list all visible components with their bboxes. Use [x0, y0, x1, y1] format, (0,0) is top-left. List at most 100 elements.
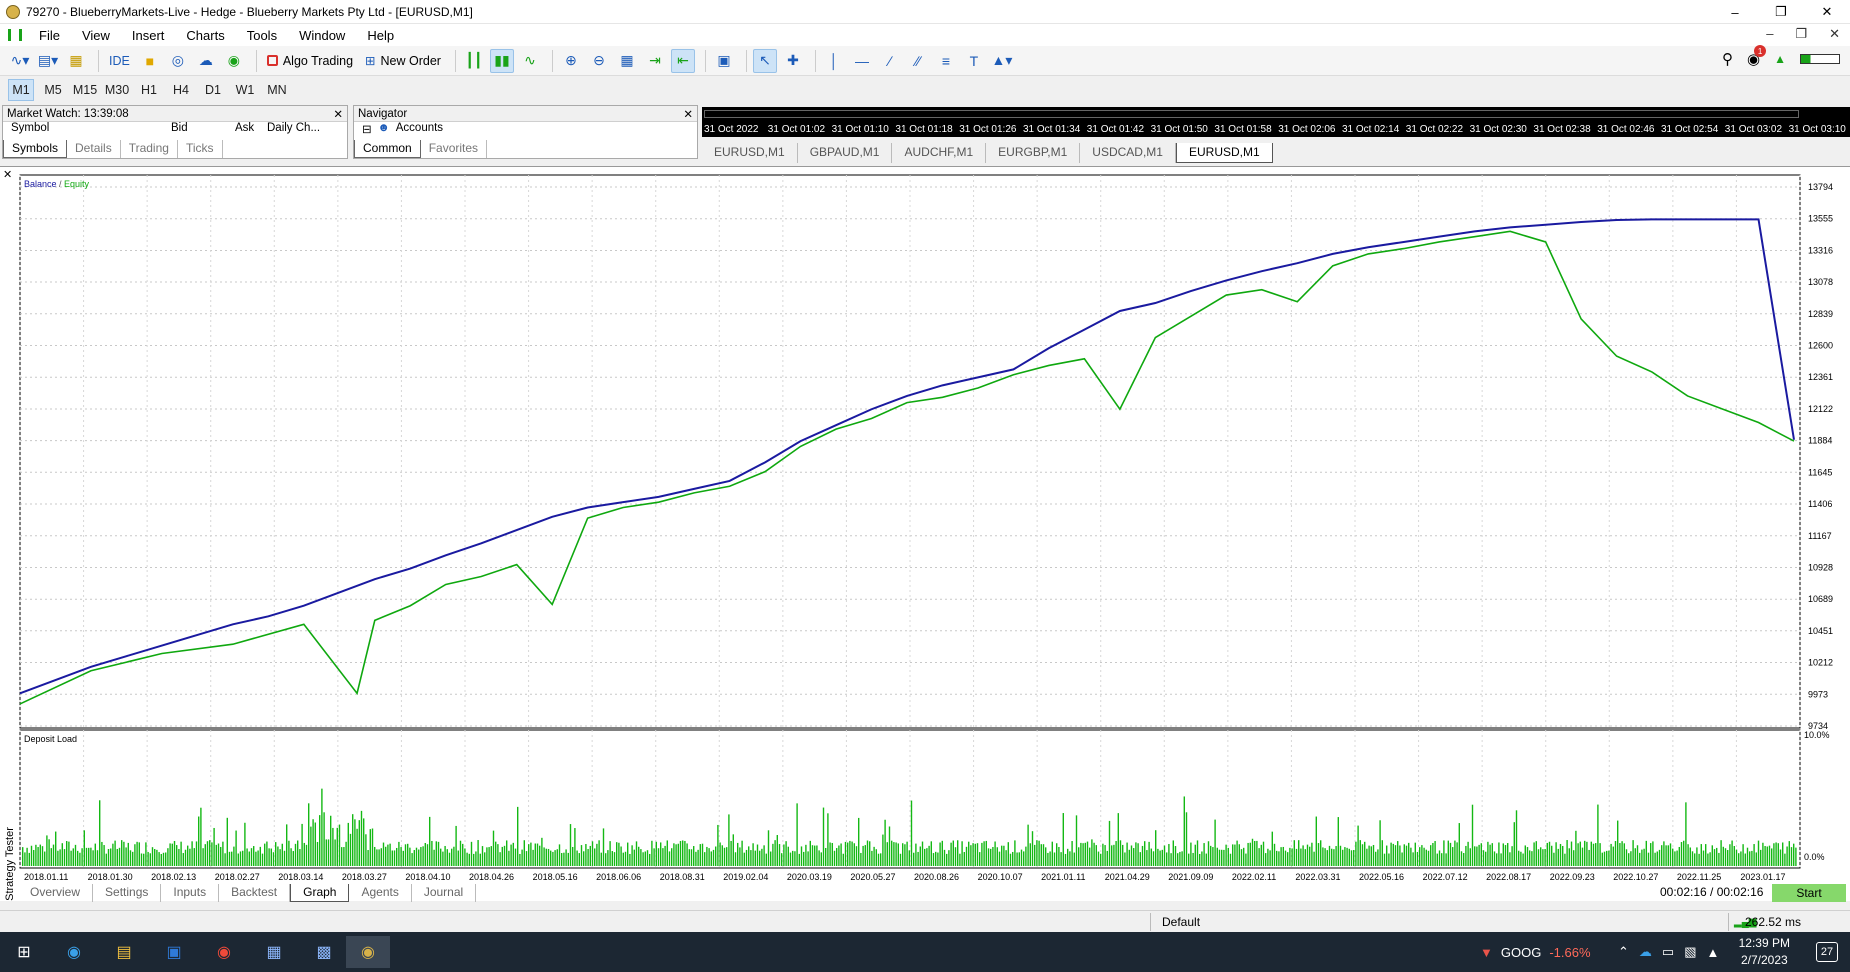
- tab-inputs[interactable]: Inputs: [161, 884, 220, 902]
- zoom-in-icon[interactable]: ⊕: [559, 49, 583, 73]
- maximize-button[interactable]: ❐: [1758, 0, 1804, 24]
- metatrader-taskbar-icon[interactable]: ◉: [346, 936, 390, 968]
- tab-journal[interactable]: Journal: [412, 884, 477, 902]
- trading-icon[interactable]: ▦: [64, 49, 88, 73]
- period-m15[interactable]: M15: [72, 79, 98, 101]
- col-bid[interactable]: Bid: [171, 122, 235, 136]
- mdi-minimize-button[interactable]: –: [1766, 26, 1773, 42]
- col-symbol[interactable]: Symbol: [11, 122, 171, 136]
- notification-badge[interactable]: 27: [1816, 942, 1838, 962]
- new-chart-icon[interactable]: ∿▾: [8, 49, 32, 73]
- cloud-icon[interactable]: ☁: [194, 49, 218, 73]
- tab-symbols[interactable]: Symbols: [3, 140, 68, 158]
- tab-overview[interactable]: Overview: [18, 884, 94, 902]
- candles-icon[interactable]: ▮▮: [489, 48, 514, 73]
- deposit-load-bar: [1735, 849, 1738, 866]
- menu-insert[interactable]: Insert: [121, 28, 176, 43]
- algo-trading-button[interactable]: Algo Trading: [263, 49, 357, 73]
- vps-icon[interactable]: ◉: [222, 49, 246, 73]
- text-icon[interactable]: T: [962, 49, 986, 73]
- windows-start-icon[interactable]: ⊞: [4, 936, 44, 968]
- minimize-button[interactable]: –: [1712, 0, 1758, 24]
- fibo-icon[interactable]: ≡: [934, 49, 958, 73]
- navigator-close-icon[interactable]: ✕: [683, 107, 693, 121]
- menu-help[interactable]: Help: [356, 28, 405, 43]
- chart-tab-eurusd-active[interactable]: EURUSD,M1: [1175, 143, 1273, 163]
- chart-tab-usdcad[interactable]: USDCAD,M1: [1080, 143, 1176, 163]
- network-icon[interactable]: ▧: [1684, 944, 1696, 960]
- crosshair-icon[interactable]: ✚: [781, 49, 805, 73]
- ticker-symbol[interactable]: GOOG: [1501, 945, 1541, 960]
- market-watch-close-icon[interactable]: ✕: [333, 107, 343, 121]
- outlook-icon[interactable]: ▣: [154, 936, 194, 968]
- tab-favorites[interactable]: Favorites: [421, 140, 488, 158]
- bar-chart-icon[interactable]: ┃┃: [462, 49, 486, 73]
- period-w1[interactable]: W1: [232, 79, 258, 101]
- menu-charts[interactable]: Charts: [175, 28, 235, 43]
- period-m1[interactable]: M1: [8, 79, 34, 101]
- close-tester-icon[interactable]: ✕: [3, 168, 12, 181]
- new-order-button[interactable]: ⊞ New Order: [361, 49, 445, 73]
- menu-file[interactable]: File: [28, 28, 71, 43]
- line-chart-icon[interactable]: ∿: [518, 49, 542, 73]
- chart-tab-eurgbp[interactable]: EURGBP,M1: [986, 143, 1081, 163]
- taskbar-clock[interactable]: 12:39 PM 2/7/2023: [1739, 935, 1790, 969]
- market-icon[interactable]: ■: [138, 49, 162, 73]
- chart-tab-gbpaud[interactable]: GBPAUD,M1: [798, 143, 893, 163]
- period-h4[interactable]: H4: [168, 79, 194, 101]
- tab-trading[interactable]: Trading: [121, 140, 178, 158]
- volume-icon[interactable]: ▲: [1707, 945, 1720, 960]
- start-button[interactable]: Start: [1772, 884, 1846, 902]
- menu-window[interactable]: Window: [288, 28, 356, 43]
- accounts-node[interactable]: Accounts: [396, 122, 443, 136]
- period-d1[interactable]: D1: [200, 79, 226, 101]
- col-daily-change[interactable]: Daily Ch...: [267, 122, 327, 136]
- close-window-button[interactable]: ✕: [1804, 0, 1850, 24]
- channel-icon[interactable]: ∕∕: [906, 49, 930, 73]
- vertical-line-icon[interactable]: │: [822, 49, 846, 73]
- chrome-icon[interactable]: ◉: [204, 936, 244, 968]
- chart-tab-audchf[interactable]: AUDCHF,M1: [892, 143, 987, 163]
- col-ask[interactable]: Ask: [235, 122, 267, 136]
- onedrive-icon[interactable]: ☁: [1639, 944, 1652, 960]
- expand-icon[interactable]: ⊟: [362, 122, 372, 136]
- zoom-out-icon[interactable]: ⊖: [587, 49, 611, 73]
- tab-ticks[interactable]: Ticks: [178, 140, 223, 158]
- screenshot-icon[interactable]: ▣: [712, 49, 736, 73]
- profiles-icon[interactable]: ▤▾: [36, 49, 60, 73]
- signals-icon[interactable]: ◎: [166, 49, 190, 73]
- tab-details[interactable]: Details: [67, 140, 121, 158]
- tab-agents[interactable]: Agents: [349, 884, 412, 902]
- tab-common[interactable]: Common: [354, 140, 421, 158]
- period-m30[interactable]: M30: [104, 79, 130, 101]
- period-h1[interactable]: H1: [136, 79, 162, 101]
- deposit-load-bar: [708, 848, 710, 866]
- chart-tab-eurusd[interactable]: EURUSD,M1: [702, 143, 798, 163]
- chart-shift-icon[interactable]: ⇤: [670, 48, 695, 73]
- autoscroll-icon[interactable]: ⇥: [643, 49, 667, 73]
- messages-icon[interactable]: ◉ 1: [1747, 45, 1767, 68]
- cursor-icon[interactable]: ↖: [752, 48, 777, 73]
- shapes-icon[interactable]: ▲▾: [990, 49, 1014, 73]
- horizontal-line-icon[interactable]: —: [850, 49, 874, 73]
- mdi-close-button[interactable]: ✕: [1829, 26, 1840, 42]
- mdi-restore-button[interactable]: ❐: [1795, 26, 1807, 42]
- menu-view[interactable]: View: [71, 28, 121, 43]
- tab-settings[interactable]: Settings: [93, 884, 162, 902]
- monitor-app-icon[interactable]: ▩: [304, 936, 344, 968]
- search-icon[interactable]: ⚲: [1722, 50, 1733, 68]
- navigator-title: Navigator: [358, 107, 408, 120]
- tab-backtest[interactable]: Backtest: [219, 884, 291, 902]
- period-m5[interactable]: M5: [40, 79, 66, 101]
- file-explorer-icon[interactable]: ▤: [104, 936, 144, 968]
- grid-icon[interactable]: ▦: [615, 49, 639, 73]
- period-mn[interactable]: MN: [264, 79, 290, 101]
- tray-chevron-icon[interactable]: ⌃: [1618, 944, 1629, 960]
- ide-button[interactable]: IDE: [105, 49, 134, 73]
- network-app-icon[interactable]: ▦: [254, 936, 294, 968]
- tab-graph[interactable]: Graph: [290, 884, 350, 902]
- strip-scroll-bar[interactable]: [704, 110, 1799, 118]
- menu-tools[interactable]: Tools: [236, 28, 288, 43]
- edge-icon[interactable]: ◉: [54, 936, 94, 968]
- trendline-icon[interactable]: ∕: [878, 49, 902, 73]
